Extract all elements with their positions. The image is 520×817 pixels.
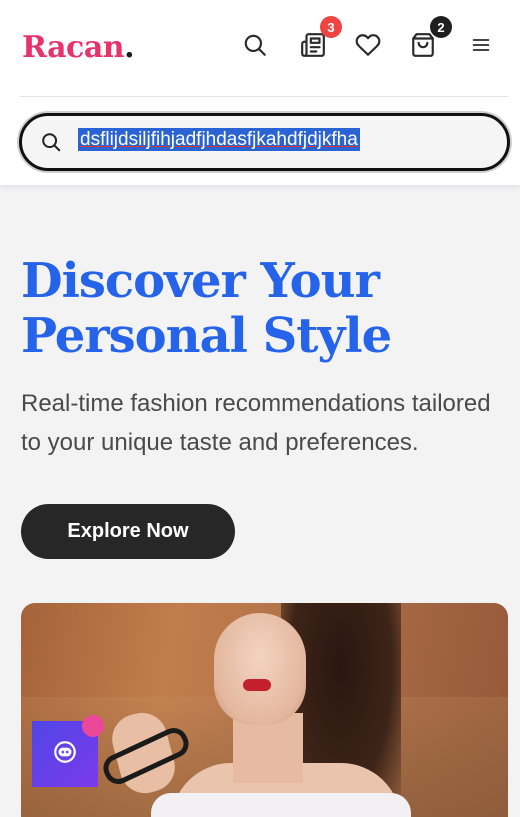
news-badge: 3 — [320, 16, 342, 38]
cart-button[interactable]: 2 — [406, 16, 452, 64]
shopping-bag-icon — [410, 32, 436, 63]
logo-dot: . — [124, 30, 135, 65]
hero-title-line1: Discover Your — [21, 253, 380, 309]
news-button[interactable]: 3 — [296, 16, 342, 64]
site-header: Racan. 3 2 dsflijdsiljfihjadfjhdasfjkahd… — [0, 0, 520, 185]
hamburger-menu-icon — [471, 35, 491, 60]
model-top — [151, 793, 411, 817]
search-input[interactable]: dsflijdsiljfihjadfjhdasfjkahdfjdjkfha — [78, 128, 360, 155]
explore-now-button[interactable]: Explore Now — [21, 504, 235, 559]
chatbot-notification-dot — [82, 715, 104, 737]
hero-title: Discover Your Personal Style — [21, 254, 501, 364]
newspaper-icon — [300, 32, 326, 63]
heart-icon — [355, 32, 381, 63]
search-button[interactable] — [238, 30, 272, 64]
search-icon — [242, 32, 268, 63]
menu-button[interactable] — [464, 30, 498, 64]
chatbot-icon — [52, 739, 78, 770]
wishlist-button[interactable] — [351, 30, 385, 64]
search-field-icon — [40, 131, 62, 153]
logo-text: Racan — [22, 30, 125, 65]
model-face — [214, 613, 306, 725]
logo[interactable]: Racan. — [22, 30, 135, 65]
cart-badge: 2 — [430, 16, 452, 38]
search-input-value: dsflijdsiljfihjadfjhdasfjkahdfjdjkfha — [78, 128, 360, 151]
hero-subtitle: Real-time fashion recommendations tailor… — [21, 390, 491, 456]
chatbot-button[interactable] — [32, 715, 104, 787]
search-bar[interactable]: dsflijdsiljfihjadfjhdasfjkahdfjdjkfha — [19, 113, 510, 171]
model-lips — [243, 679, 271, 691]
hero-title-line2: Personal Style — [21, 308, 392, 364]
header-divider — [20, 96, 508, 97]
